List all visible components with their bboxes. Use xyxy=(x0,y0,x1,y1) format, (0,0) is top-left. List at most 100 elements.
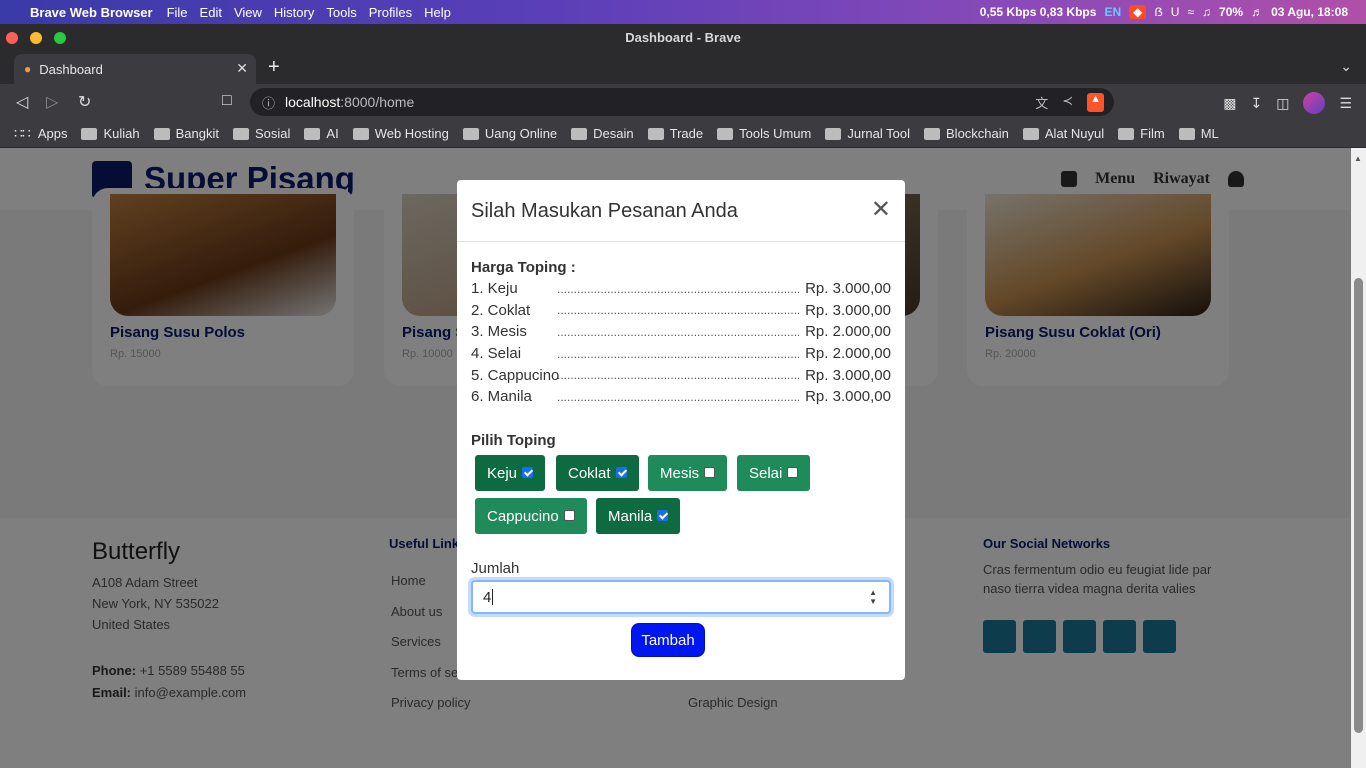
topping-selai-toggle[interactable]: Selai xyxy=(737,455,811,491)
scroll-up-arrow-icon[interactable]: ▲ xyxy=(1354,154,1362,163)
bookmark-folder[interactable]: Alat Nuyul xyxy=(1022,126,1105,141)
menu-view[interactable]: View xyxy=(234,5,262,20)
apps-grid-icon: ∷∷ xyxy=(14,125,31,141)
bookmark-folder[interactable]: Blockchain xyxy=(924,126,1009,141)
bookmark-label: Uang Online xyxy=(484,126,558,141)
topping-coklat-toggle[interactable]: Coklat xyxy=(556,455,639,491)
back-icon[interactable]: ◁ xyxy=(16,92,28,112)
profile-avatar[interactable] xyxy=(1303,92,1326,114)
bookmark-folder[interactable]: Tools Umum xyxy=(717,126,811,141)
order-modal: Silah Masukan Pesanan Anda ✕ Harga Topin… xyxy=(457,180,905,680)
topping-checkbox[interactable] xyxy=(563,509,575,521)
topping-checkbox[interactable] xyxy=(522,466,534,478)
topping-checkbox[interactable] xyxy=(615,466,627,478)
dot-leader: ........................................… xyxy=(557,303,799,318)
menu-tools[interactable]: Tools xyxy=(326,5,356,20)
tab-dashboard[interactable]: ● Dashboard ✕ xyxy=(14,54,256,84)
topping-price-list: 1. Keju.................................… xyxy=(471,278,891,408)
bookmark-folder[interactable]: Desain xyxy=(571,126,634,141)
menu-history[interactable]: History xyxy=(274,5,314,20)
url-host: localhost xyxy=(285,94,341,110)
close-tab-icon[interactable]: ✕ xyxy=(236,60,248,77)
share-icon[interactable]: ≺ xyxy=(1062,93,1073,112)
bookmark-label: Sosial xyxy=(254,126,291,141)
topping-mesis-toggle[interactable]: Mesis xyxy=(648,455,728,491)
quantity-label: Jumlah xyxy=(471,560,520,577)
topping-checkbox[interactable] xyxy=(704,466,716,478)
bookmark-label: Film xyxy=(1140,126,1165,141)
new-tab-button[interactable]: + xyxy=(268,56,280,79)
minimize-window-button[interactable] xyxy=(30,32,42,44)
address-bar[interactable]: ⓘ localhost :8000/home 文 ≺ ▲ xyxy=(250,88,1114,116)
spinner-arrows-icon[interactable]: ▲ ▼ xyxy=(869,588,877,606)
folder-icon xyxy=(304,127,321,140)
price-row: 2. Coklat...............................… xyxy=(471,300,891,322)
dot-leader: ........................................… xyxy=(557,346,799,361)
bookmark-folder[interactable]: Bangkit xyxy=(153,126,219,141)
clock[interactable]: 03 Agu, 18:08 xyxy=(1271,5,1348,19)
quantity-stepper[interactable]: 4 ▲ ▼ xyxy=(471,580,891,614)
folder-icon xyxy=(1178,127,1195,140)
price-row-name: 2. Coklat xyxy=(471,301,531,319)
price-row-value: Rp. 3.000,00 xyxy=(805,280,891,298)
bluetooth-icon[interactable]: ẞ xyxy=(1154,5,1162,19)
menu-help[interactable]: Help xyxy=(424,5,451,20)
topping-checkbox[interactable] xyxy=(657,509,669,521)
topping-checkbox[interactable] xyxy=(787,466,799,478)
topping-label: Cappucino xyxy=(487,507,559,525)
site-info-icon[interactable]: ⓘ xyxy=(262,93,275,112)
magnet-icon[interactable]: U xyxy=(1171,5,1180,19)
bookmark-folder[interactable]: Uang Online xyxy=(462,126,558,141)
topping-cappucino-toggle[interactable]: Cappucino xyxy=(475,498,587,534)
brave-vpn-icon[interactable]: ◆ xyxy=(1129,5,1147,19)
tab-list-chevron-icon[interactable]: ⌄ xyxy=(1340,58,1352,75)
menu-file[interactable]: File xyxy=(167,5,188,20)
translate-icon[interactable]: 文 xyxy=(1035,93,1048,112)
input-language[interactable]: EN xyxy=(1104,5,1121,19)
maximize-window-button[interactable] xyxy=(54,32,66,44)
downloads-icon[interactable]: ↧ xyxy=(1250,95,1262,112)
bookmark-folder[interactable]: AI xyxy=(304,126,339,141)
bookmark-label: Apps xyxy=(37,126,68,141)
sidebar-icon[interactable]: ◫ xyxy=(1276,95,1289,112)
brave-shields-icon[interactable]: ▲ xyxy=(1087,93,1104,112)
topping-manila-toggle[interactable]: Manila xyxy=(596,498,681,534)
bookmark-folder[interactable]: Sosial xyxy=(232,126,291,141)
bookmark-apps[interactable]: ∷∷ Apps xyxy=(14,125,67,142)
menu-edit[interactable]: Edit xyxy=(200,5,222,20)
menu-profiles[interactable]: Profiles xyxy=(369,5,412,20)
extensions-icon[interactable]: ▩ xyxy=(1223,95,1236,112)
bookmark-folder[interactable]: Kuliah xyxy=(81,126,140,141)
forward-icon[interactable]: ▷ xyxy=(46,92,58,112)
topping-keju-toggle[interactable]: Keju xyxy=(475,455,546,491)
app-name-menu[interactable]: Brave Web Browser xyxy=(30,5,153,20)
bookmark-icon[interactable]: □ xyxy=(222,92,232,110)
bookmark-folder[interactable]: Web Hosting xyxy=(352,126,449,141)
scrollbar-thumb[interactable] xyxy=(1354,278,1363,733)
close-icon[interactable]: ✕ xyxy=(871,198,891,222)
price-row-value: Rp. 2.000,00 xyxy=(805,323,891,341)
volume-icon[interactable]: ♬ xyxy=(1251,5,1263,19)
bookmark-folder[interactable]: Film xyxy=(1118,126,1165,141)
add-button[interactable]: Tambah xyxy=(631,623,705,657)
close-window-button[interactable] xyxy=(6,32,18,44)
price-row: 3. Mesis................................… xyxy=(471,321,891,343)
bookmark-folder[interactable]: Jurnal Tool xyxy=(825,126,910,141)
bell-icon[interactable]: ♫ xyxy=(1202,5,1211,19)
folder-icon xyxy=(232,127,249,140)
wifi-icon[interactable]: ≈ xyxy=(1187,5,1194,19)
bookmark-label: ML xyxy=(1200,126,1219,141)
tab-strip: ● Dashboard ✕ xyxy=(0,52,1366,84)
bookmark-label: Blockchain xyxy=(946,126,1009,141)
bookmark-folder[interactable]: Trade xyxy=(647,126,703,141)
page-scrollbar[interactable]: ▲ xyxy=(1351,148,1366,768)
menu-icon[interactable]: ☰ xyxy=(1339,95,1352,112)
bookmark-label: Alat Nuyul xyxy=(1044,126,1105,141)
price-row-name: 4. Selai xyxy=(471,345,522,363)
bookmark-folder[interactable]: ML xyxy=(1178,126,1219,141)
folder-icon xyxy=(571,127,588,140)
bookmarks-bar: ∷∷ Apps Kuliah Bangkit Sosial AI Web Host… xyxy=(0,120,1366,148)
battery-level[interactable]: 70% xyxy=(1219,5,1243,19)
price-row-value: Rp. 3.000,00 xyxy=(805,388,891,406)
reload-icon[interactable]: ↻ xyxy=(78,92,91,112)
